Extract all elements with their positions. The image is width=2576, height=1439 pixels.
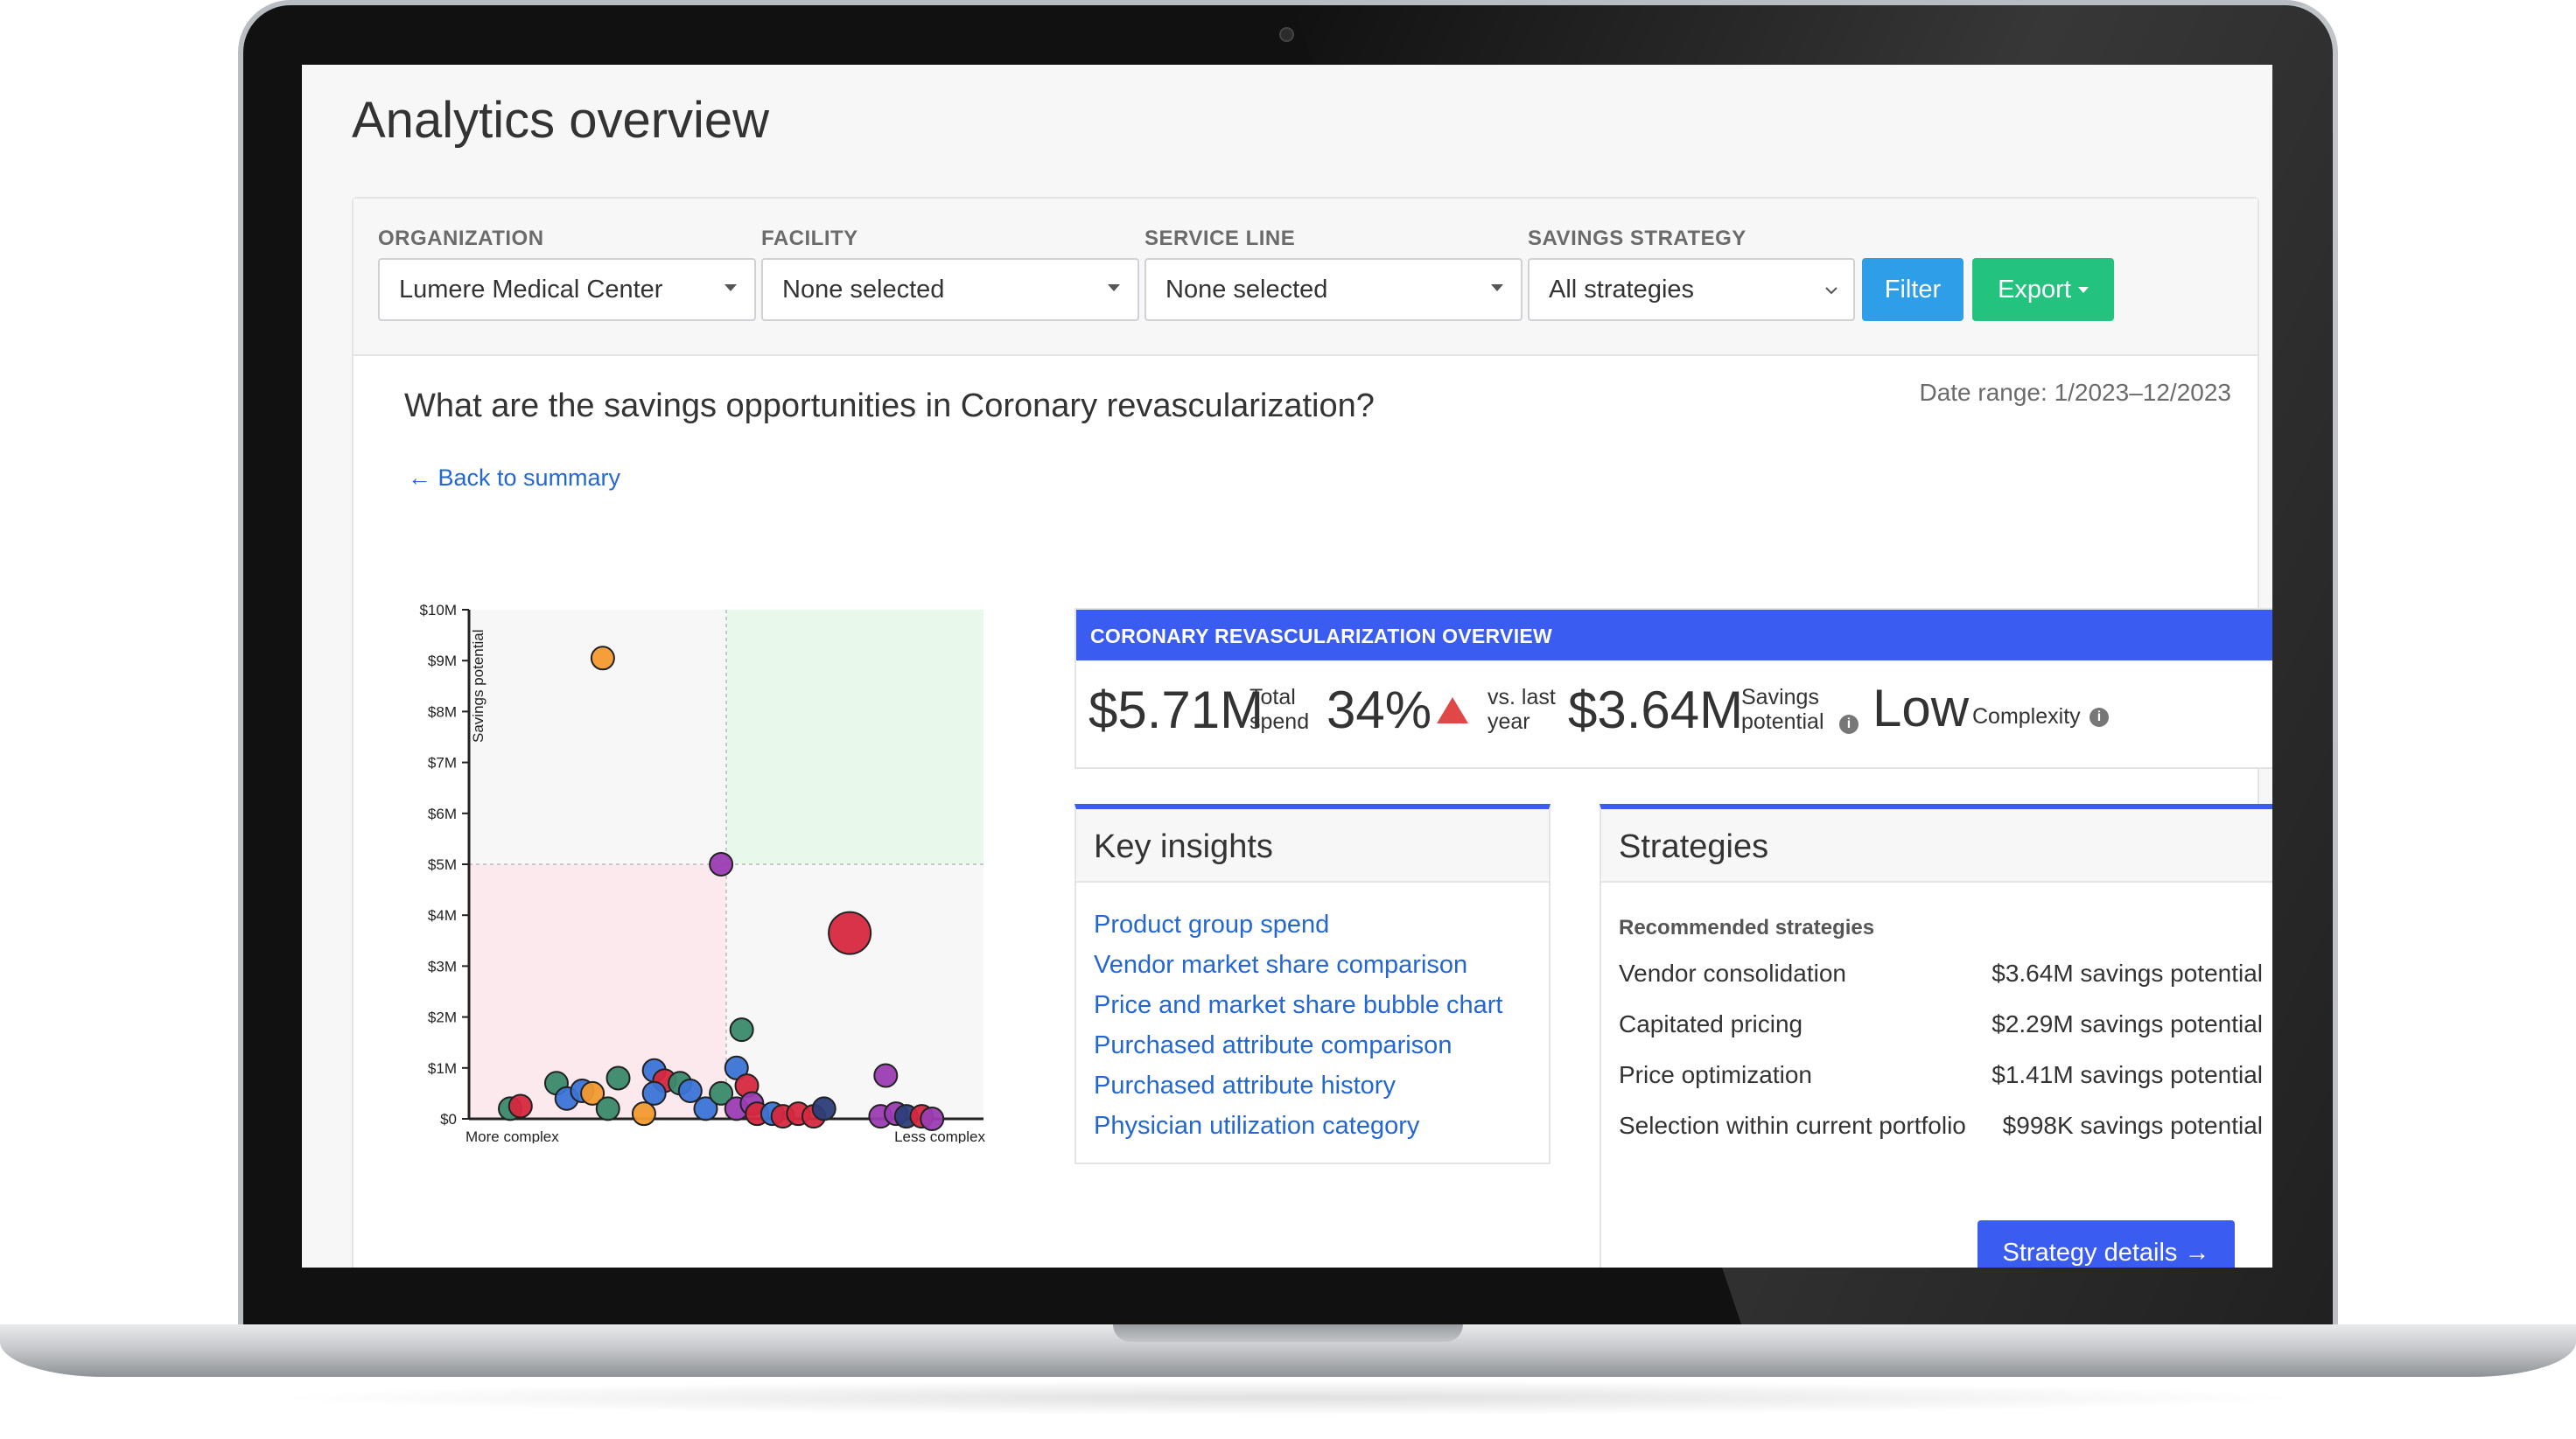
insight-link-product-group-spend[interactable]: Product group spend <box>1094 911 1329 940</box>
filter-bar: ORGANIZATION Lumere Medical Center FACIL… <box>354 199 2258 356</box>
strategy-value: $2.29M savings potential <box>1992 1010 2263 1037</box>
data-point <box>641 1080 667 1106</box>
camera-icon <box>1279 27 1294 42</box>
service-line-select[interactable]: None selected <box>1144 258 1522 321</box>
total-spend-value: $5.71M <box>1088 681 1264 739</box>
change-value: 34% <box>1326 681 1432 739</box>
strategy-value: $3.64M savings potential <box>1992 960 2263 987</box>
savings-strategy-label: SAVINGS STRATEGY <box>1528 227 1746 250</box>
page-title: Analytics overview <box>352 92 770 149</box>
strategy-name: Capitated pricing <box>1619 1010 1803 1037</box>
complexity-value: Low <box>1872 679 1970 737</box>
data-point <box>828 911 872 955</box>
facility-select[interactable]: None selected <box>761 258 1139 321</box>
laptop-notch <box>1113 1324 1463 1342</box>
strategy-name: Price optimization <box>1619 1061 1812 1088</box>
analytics-panel: ORGANIZATION Lumere Medical Center FACIL… <box>352 197 2272 1268</box>
organization-label: ORGANIZATION <box>378 227 544 250</box>
caret-down-icon <box>1108 284 1120 291</box>
x-axis-label-right: Less complex <box>894 1128 985 1143</box>
data-point <box>606 1065 631 1091</box>
data-point <box>729 1017 754 1043</box>
insight-link-attribute-history[interactable]: Purchased attribute history <box>1094 1072 1396 1100</box>
triangle-up-icon <box>1437 697 1468 723</box>
savings-potential-label-1: Savings <box>1741 685 1819 709</box>
info-icon[interactable]: i <box>1839 715 1858 734</box>
laptop-shadow <box>262 1380 2314 1415</box>
date-range: Date range: 1/2023–12/2023 <box>1919 379 2231 406</box>
strategy-details-button[interactable]: Strategy details → <box>1978 1220 2235 1268</box>
y-tick-label: $9M <box>428 653 457 669</box>
key-insights-card: Key insights Product group spend Vendor … <box>1074 804 1550 1164</box>
y-tick-label: $7M <box>428 755 457 772</box>
page-question: What are the savings opportunities in Co… <box>404 388 1375 424</box>
change-label-1: vs. last <box>1488 685 1556 709</box>
savings-strategy-select[interactable]: All strategies <box>1528 258 1855 321</box>
data-point <box>709 852 734 877</box>
data-point <box>873 1063 899 1088</box>
data-point <box>677 1078 703 1103</box>
organization-value: Lumere Medical Center <box>399 276 663 304</box>
quadrant-top-right <box>726 610 984 864</box>
savings-scatter-chart: $0 $1M $2M $3M $4M $5M $6M $7M $8M $9M $10M Savings… <box>419 602 985 1143</box>
insight-link-attribute-comparison[interactable]: Purchased attribute comparison <box>1094 1031 1452 1060</box>
y-tick-label: $3M <box>428 958 457 974</box>
data-point <box>508 1093 533 1119</box>
y-tick-label: $8M <box>428 703 457 720</box>
complexity-label: Complexity <box>1972 704 2081 729</box>
strategy-value: $1.41M savings potential <box>1992 1061 2263 1088</box>
back-to-summary-link[interactable]: ← Back to summary <box>408 465 620 492</box>
chevron-down-icon <box>1825 287 1838 295</box>
y-tick-label: $0 <box>440 1111 457 1128</box>
data-point <box>811 1096 836 1121</box>
overview-card: CORONARY REVASCULARIZATION OVERVIEW $5.7… <box>1074 608 2272 769</box>
y-tick-label: $10M <box>419 602 457 618</box>
filter-button[interactable]: Filter <box>1862 258 1964 321</box>
insight-link-physician-utilization[interactable]: Physician utilization category <box>1094 1112 1419 1141</box>
insight-link-vendor-market-share[interactable]: Vendor market share comparison <box>1094 951 1467 980</box>
y-tick-label: $4M <box>428 907 457 924</box>
total-spend-label-2: spend <box>1250 709 1310 734</box>
screen: Analytics overview ORGANIZATION Lumere M… <box>302 65 2272 1268</box>
x-axis-label-left: More complex <box>466 1128 559 1143</box>
strategies-title: Strategies <box>1601 809 2272 883</box>
service-line-value: None selected <box>1166 276 1328 304</box>
data-point <box>631 1101 656 1127</box>
facility-value: None selected <box>782 276 945 304</box>
service-line-label: SERVICE LINE <box>1144 227 1296 250</box>
savings-strategy-value: All strategies <box>1549 276 1695 304</box>
export-button[interactable]: Export <box>1972 258 2114 321</box>
y-axis-label: Savings potential <box>470 630 486 743</box>
insight-link-bubble-chart[interactable]: Price and market share bubble chart <box>1094 991 1502 1020</box>
recommended-strategies-heading: Recommended strategies <box>1619 916 1875 940</box>
data-point <box>595 1096 620 1121</box>
savings-potential-label-2: potential <box>1741 709 1824 734</box>
caret-down-icon <box>2077 286 2089 293</box>
caret-down-icon <box>1491 284 1503 291</box>
data-point <box>590 646 615 671</box>
overview-title: CORONARY REVASCULARIZATION OVERVIEW <box>1076 610 2272 660</box>
facility-label: FACILITY <box>761 227 858 250</box>
organization-select[interactable]: Lumere Medical Center <box>378 258 756 321</box>
total-spend-label-1: Total <box>1250 685 1296 709</box>
info-icon[interactable]: i <box>2090 708 2109 727</box>
data-point <box>920 1107 945 1131</box>
change-label-2: year <box>1488 709 1530 734</box>
strategy-name: Vendor consolidation <box>1619 960 1846 987</box>
strategy-value: $998K savings potential <box>2002 1112 2263 1139</box>
y-tick-label: $2M <box>428 1009 457 1026</box>
savings-potential-value: $3.64M <box>1568 681 1744 739</box>
y-tick-label: $1M <box>428 1060 457 1077</box>
strategy-name: Selection within current portfolio <box>1619 1112 1966 1139</box>
key-insights-title: Key insights <box>1076 809 1549 883</box>
strategies-card: Strategies Recommended strategies Vendor… <box>1600 804 2272 1268</box>
y-tick-label: $5M <box>428 856 457 873</box>
y-tick-label: $6M <box>428 806 457 822</box>
caret-down-icon <box>724 284 737 291</box>
